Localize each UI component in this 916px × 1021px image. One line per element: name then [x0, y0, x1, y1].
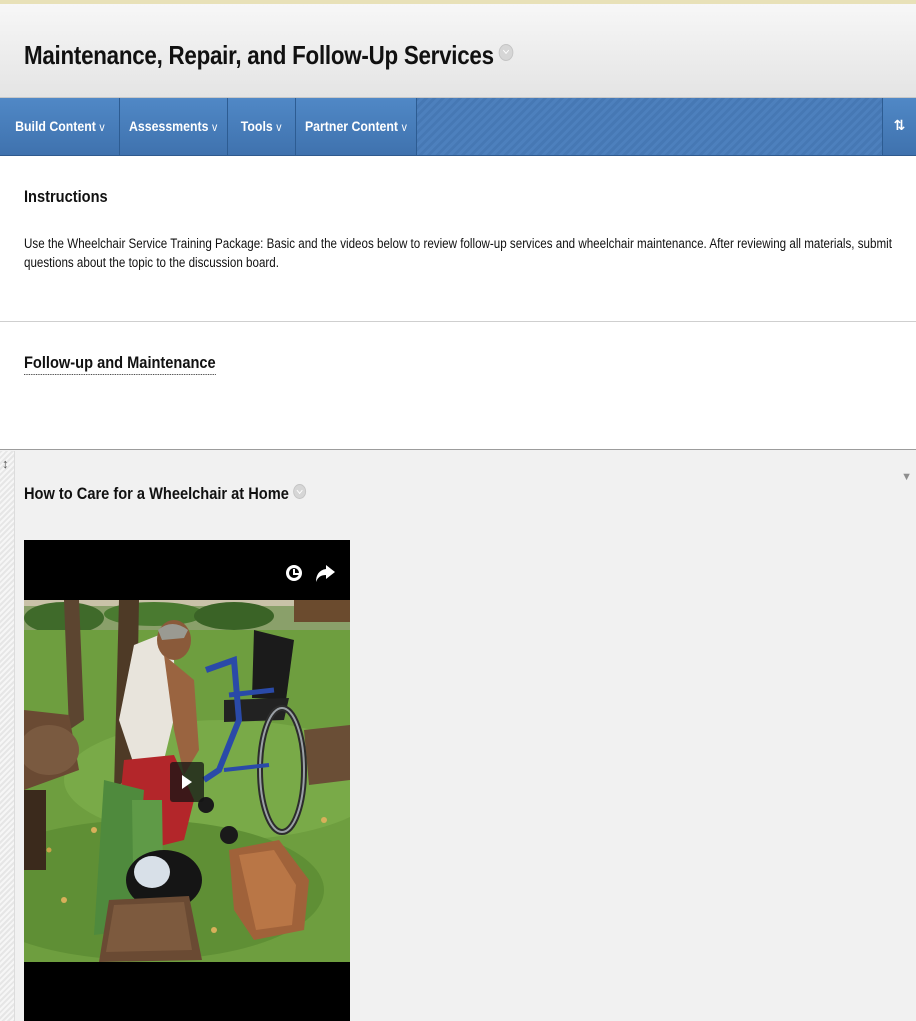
assessments-label: Assessments: [129, 118, 209, 134]
reorder-items-button[interactable]: ⇅: [882, 98, 916, 155]
content-item-title: How to Care for a Wheelchair at Home: [24, 484, 307, 504]
page-title-text: Maintenance, Repair, and Follow-Up Servi…: [24, 40, 494, 70]
partner-content-button[interactable]: Partner Content v: [296, 98, 417, 155]
sort-icon: ⇅: [893, 117, 906, 133]
video-player[interactable]: [24, 540, 350, 1021]
page-title: Maintenance, Repair, and Follow-Up Servi…: [24, 40, 514, 71]
share-icon[interactable]: [314, 562, 336, 584]
clock-icon[interactable]: [286, 565, 302, 581]
follow-up-link[interactable]: Follow-up and Maintenance: [24, 353, 216, 375]
action-toolbar: Build Content v Assessments v Tools v Partn…: [0, 98, 916, 156]
page-header: Maintenance, Repair, and Follow-Up Servi…: [0, 4, 916, 98]
assessments-button[interactable]: Assessments v: [120, 98, 228, 155]
tools-label: Tools: [241, 118, 274, 134]
build-content-label: Build Content: [14, 118, 96, 134]
item-options-icon[interactable]: ▼: [901, 471, 912, 483]
item-title-menu-icon[interactable]: [293, 484, 307, 499]
chevron-down-icon: v: [98, 120, 105, 134]
instructions-section: Instructions Use the Wheelchair Service …: [0, 156, 916, 322]
page-title-menu-icon[interactable]: [498, 44, 514, 61]
chevron-down-icon: v: [401, 120, 407, 134]
drag-handle-strip[interactable]: ↕: [0, 451, 15, 1021]
follow-up-section: Follow-up and Maintenance: [0, 322, 916, 450]
content-item-title-text: How to Care for a Wheelchair at Home: [24, 484, 289, 503]
partner-content-label: Partner Content: [305, 118, 399, 134]
instructions-text: Use the Wheelchair Service Training Pack…: [24, 236, 892, 270]
chevron-down-icon: v: [212, 120, 218, 134]
play-icon[interactable]: [170, 762, 204, 802]
chevron-down-icon: v: [276, 120, 282, 134]
tools-button[interactable]: Tools v: [228, 98, 296, 155]
build-content-button[interactable]: Build Content v: [0, 98, 120, 155]
drag-handle-icon[interactable]: ↕: [2, 457, 9, 470]
instructions-heading: Instructions: [24, 187, 108, 206]
content-item: ↕ ▼ How to Care for a Wheelchair at Home: [0, 451, 916, 1021]
